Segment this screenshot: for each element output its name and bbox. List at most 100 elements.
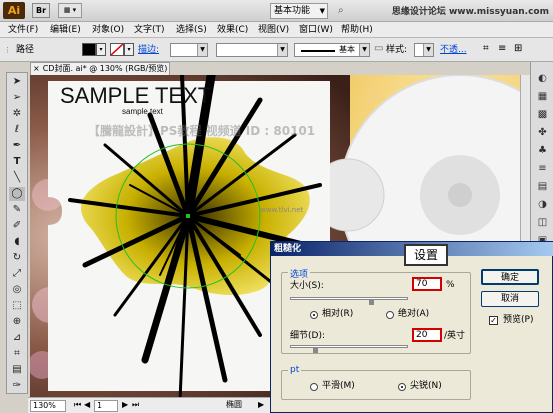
search-icon[interactable]: ⌕	[338, 4, 352, 18]
size-label: 大小(S):	[290, 281, 324, 291]
fill-dropdown[interactable]: ▾	[96, 43, 106, 56]
variable-width-select[interactable]: ▼	[216, 43, 288, 57]
size-slider-thumb[interactable]	[369, 299, 374, 305]
fill-swatch[interactable]	[82, 43, 96, 56]
workspace-switcher[interactable]: 基本功能 ▼	[270, 3, 328, 19]
stroke-weight-select[interactable]: ▼	[170, 43, 208, 57]
last-artboard-icon[interactable]: ⏭	[132, 400, 139, 412]
opacity-link[interactable]: 不透...	[440, 44, 467, 56]
type-tool-icon[interactable]: T	[9, 155, 25, 169]
rotate-tool-icon[interactable]: ↻	[9, 251, 25, 265]
relative-radio[interactable]	[310, 311, 318, 319]
smooth-radio[interactable]	[310, 383, 318, 391]
stroke-dropdown[interactable]: ▾	[124, 43, 134, 56]
sample-subtitle: sample text	[122, 107, 163, 116]
absolute-radio[interactable]	[386, 311, 394, 319]
prev-artboard-icon[interactable]: ◀	[84, 400, 90, 412]
warp-tool-icon[interactable]: ◎	[9, 283, 25, 297]
brush-definition-select[interactable]: 基本 ▼	[294, 43, 370, 57]
color-guide-icon[interactable]: ▦	[536, 90, 549, 103]
cancel-button[interactable]: 取消	[481, 291, 539, 307]
grid-icon[interactable]: ⌗	[483, 43, 489, 55]
chevron-down-icon: ▼	[319, 7, 325, 15]
menu-file[interactable]: 文件(F)	[8, 24, 38, 36]
stroke-line-preview	[301, 50, 335, 52]
eyedropper-tool-icon[interactable]: ✑	[9, 379, 25, 393]
bridge-button[interactable]: Br	[32, 3, 50, 18]
graphic-style-select[interactable]: ▼	[414, 43, 434, 57]
first-artboard-icon[interactable]: ⏮	[74, 400, 81, 412]
stroke-panel-link[interactable]: 描边:	[138, 44, 159, 56]
pen-tool-icon[interactable]: ✒	[9, 139, 25, 153]
paintbrush-tool-icon[interactable]: ✎	[9, 203, 25, 217]
blob-brush-tool-icon[interactable]: ◖	[9, 235, 25, 249]
transform-icon[interactable]: ⊞	[514, 43, 522, 55]
status-menu-icon[interactable]: ▶	[258, 400, 264, 412]
color-panel-icon[interactable]: ◐	[536, 72, 549, 85]
brushes-icon[interactable]: ✤	[536, 126, 549, 139]
pencil-tool-icon[interactable]: ✐	[9, 219, 25, 233]
title-bar: Ai Br ▦ ▾ 基本功能 ▼ ⌕ 思缘设计论坛 www.missyuan.co…	[0, 0, 553, 22]
detail-slider[interactable]	[290, 345, 408, 353]
close-icon[interactable]: ×	[33, 64, 40, 73]
swatches-icon[interactable]: ▩	[536, 108, 549, 121]
size-value: 70	[416, 279, 428, 289]
brush-options-icon[interactable]: ▭	[374, 43, 383, 55]
illustrator-logo: Ai	[3, 2, 25, 19]
ok-button[interactable]: 确定	[481, 269, 539, 285]
menu-type[interactable]: 文字(T)	[134, 24, 165, 36]
options-group-label: 选项	[288, 267, 311, 280]
stroke-icon[interactable]: ≡	[536, 162, 549, 175]
scale-tool-icon[interactable]: ⤢	[9, 267, 25, 281]
menu-window[interactable]: 窗口(W)	[299, 24, 333, 36]
menu-select[interactable]: 选择(S)	[176, 24, 207, 36]
detail-value: 20	[416, 330, 428, 340]
symbols-icon[interactable]: ♣	[536, 144, 549, 157]
zoom-select[interactable]: 130%	[30, 400, 66, 412]
shape-builder-tool-icon[interactable]: ⊕	[9, 315, 25, 329]
magic-wand-tool-icon[interactable]: ✲	[9, 107, 25, 121]
current-tool-label: 椭圆	[226, 400, 242, 409]
stroke-swatch[interactable]	[110, 43, 124, 56]
mesh-tool-icon[interactable]: ⌗	[9, 347, 25, 361]
detail-slider-thumb[interactable]	[313, 347, 318, 353]
line-tool-icon[interactable]: ╲	[9, 171, 25, 185]
cd-disc-hole	[448, 183, 472, 207]
appearance-icon[interactable]: ◫	[536, 216, 549, 229]
center-point-handle[interactable]	[186, 214, 190, 218]
size-slider[interactable]	[290, 297, 408, 305]
menu-bar: 文件(F) 编辑(E) 对象(O) 文字(T) 选择(S) 效果(C) 视图(V…	[0, 22, 553, 38]
preview-checkbox[interactable]: ✓	[489, 316, 498, 325]
menu-help[interactable]: 帮助(H)	[341, 24, 373, 36]
align-icon[interactable]: ≡	[498, 43, 506, 55]
direct-selection-tool-icon[interactable]: ➢	[9, 91, 25, 105]
transparency-icon[interactable]: ◑	[536, 198, 549, 211]
free-transform-tool-icon[interactable]: ⬚	[9, 299, 25, 313]
preview-label: 预览(P)	[503, 315, 534, 325]
chevron-down-icon: ▼	[423, 44, 433, 56]
artboard-number-field[interactable]: 1	[94, 400, 118, 412]
selection-tool-icon[interactable]: ➤	[9, 75, 25, 89]
lasso-tool-icon[interactable]: ℓ	[9, 123, 25, 137]
corner-label: 尖锐(N)	[410, 381, 442, 391]
chevron-down-icon: ▼	[359, 44, 369, 56]
perspective-grid-tool-icon[interactable]: ⊿	[9, 331, 25, 345]
menu-edit[interactable]: 编辑(E)	[50, 24, 81, 36]
size-input[interactable]: 70	[412, 277, 442, 291]
menu-object[interactable]: 对象(O)	[92, 24, 124, 36]
stroke-style-label: 基本	[339, 45, 355, 54]
detail-input[interactable]: 20	[412, 328, 442, 342]
relative-label: 相对(R)	[322, 309, 354, 319]
arrange-documents-button[interactable]: ▦ ▾	[58, 3, 82, 18]
gradient-tool-icon[interactable]: ▤	[9, 363, 25, 377]
menu-effect[interactable]: 效果(C)	[217, 24, 248, 36]
corner-radio[interactable]	[398, 383, 406, 391]
next-artboard-icon[interactable]: ▶	[122, 400, 128, 412]
size-unit: %	[446, 280, 455, 290]
document-tab[interactable]: × CD封面. ai* @ 130% (RGB/预览)	[30, 62, 170, 75]
ellipse-tool-icon[interactable]: ◯	[9, 187, 25, 201]
menu-view[interactable]: 视图(V)	[258, 24, 289, 36]
gradient-icon[interactable]: ▤	[536, 180, 549, 193]
sample-title: SAMPLE TEXT	[60, 83, 212, 108]
chevron-down-icon: ▼	[197, 44, 207, 56]
